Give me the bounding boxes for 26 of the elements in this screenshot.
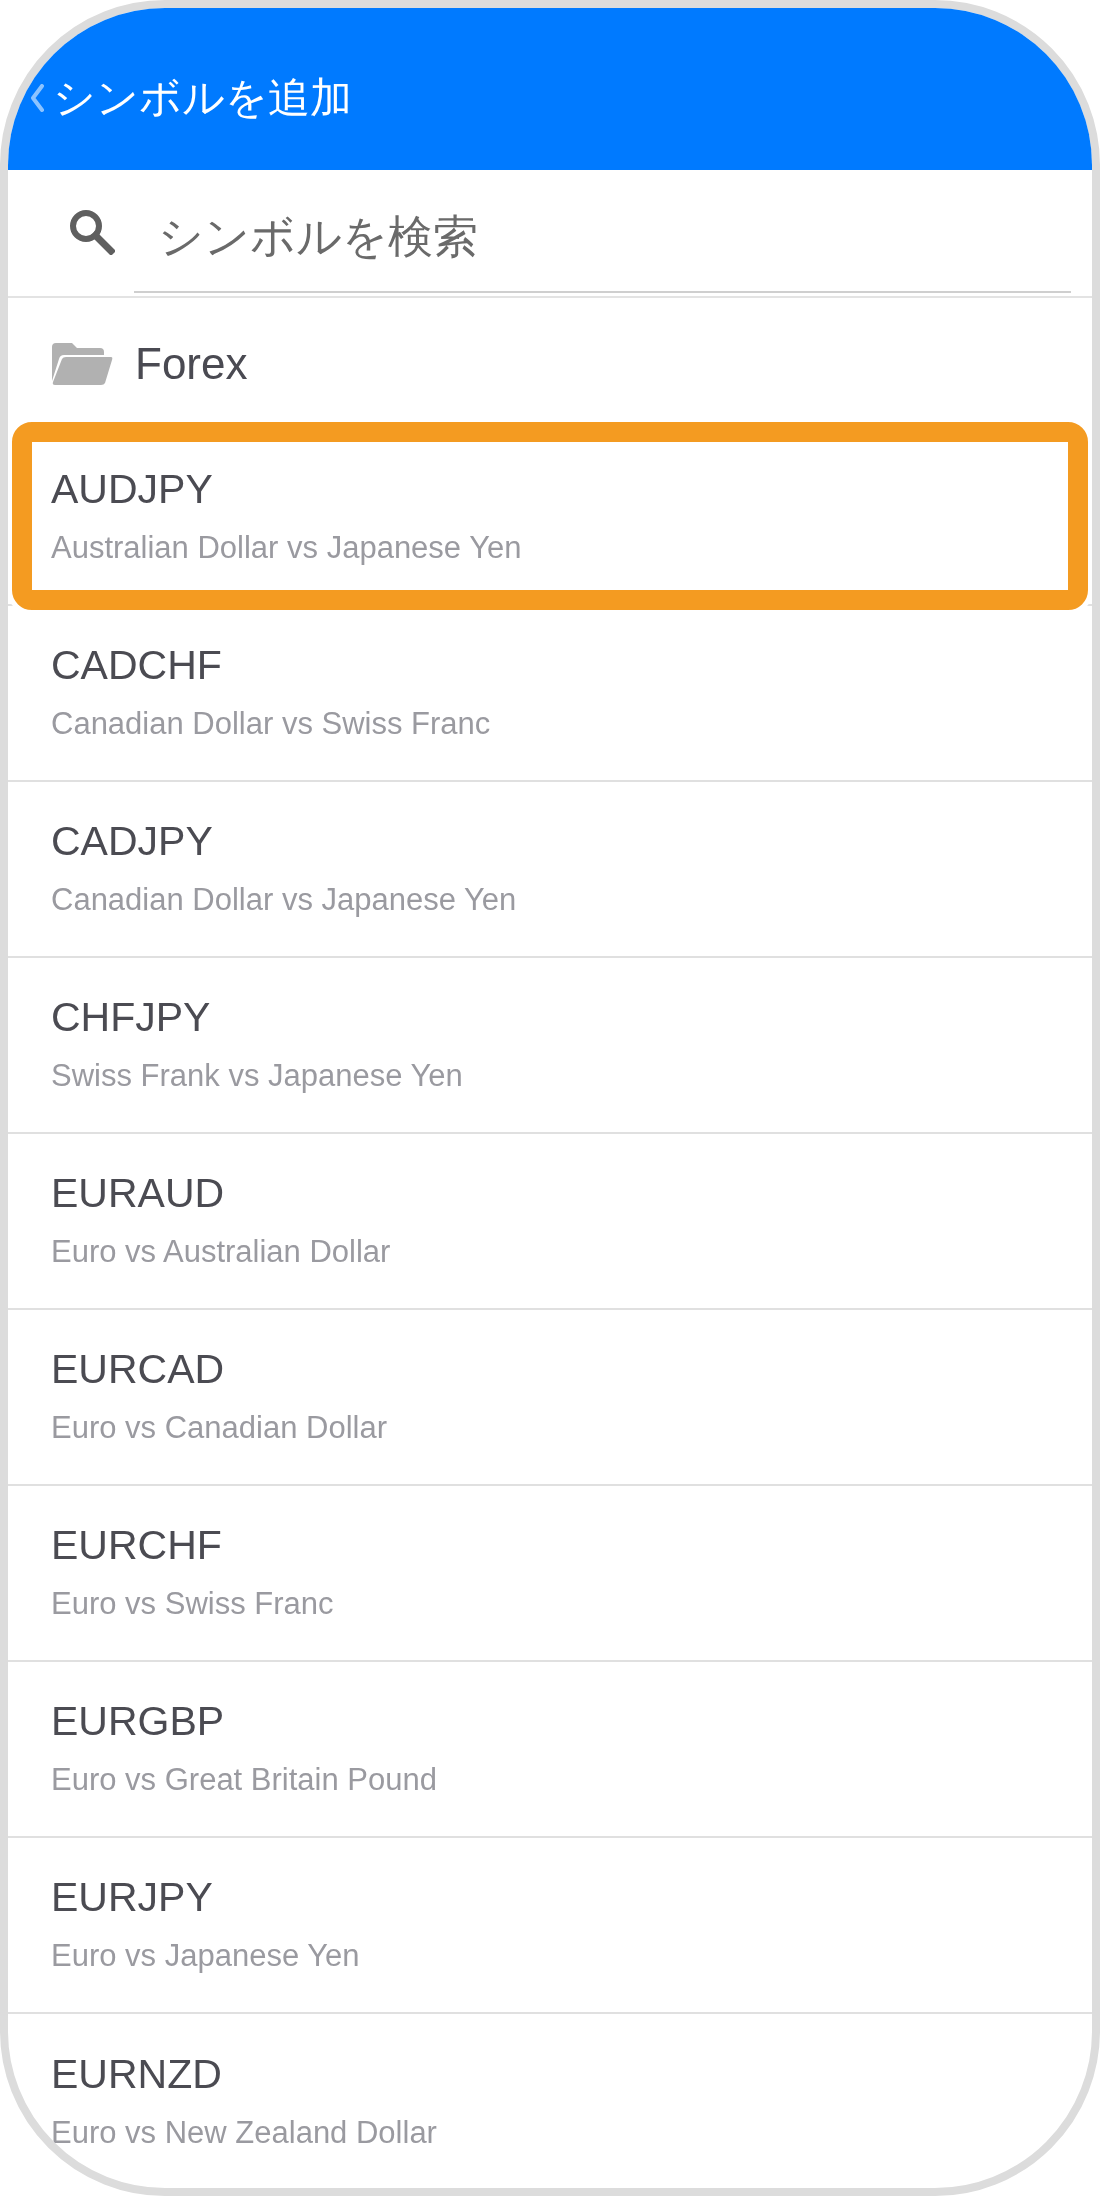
- symbol-name[interactable]: AUDJPY: [51, 467, 213, 511]
- symbol-name[interactable]: CADJPY: [51, 819, 213, 863]
- symbol-name[interactable]: EURAUD: [51, 1171, 225, 1215]
- symbol-description: Euro vs Great Britain Pound: [51, 1761, 437, 1799]
- symbol-description: Canadian Dollar vs Swiss Franc: [51, 705, 491, 743]
- search-icon: [68, 208, 115, 255]
- folder-icon: [50, 341, 114, 387]
- symbol-name[interactable]: EURCHF: [51, 1523, 222, 1567]
- symbol-description: Euro vs Swiss Franc: [51, 1585, 334, 1623]
- back-icon[interactable]: [30, 84, 44, 112]
- symbol-description: Australian Dollar vs Japanese Yen: [51, 529, 522, 567]
- symbol-description: Euro vs Australian Dollar: [51, 1233, 391, 1271]
- symbol-description: Euro vs New Zealand Dollar: [51, 2114, 437, 2152]
- symbol-description: Euro vs Canadian Dollar: [51, 1409, 387, 1447]
- symbol-name[interactable]: EURCAD: [51, 1347, 225, 1391]
- symbol-name[interactable]: EURGBP: [51, 1699, 225, 1743]
- symbol-name[interactable]: EURNZD: [51, 2052, 222, 2096]
- symbol-name[interactable]: CHFJPY: [51, 995, 211, 1039]
- symbol-description: Canadian Dollar vs Japanese Yen: [51, 881, 517, 919]
- symbol-description: Swiss Frank vs Japanese Yen: [51, 1057, 463, 1095]
- symbol-name[interactable]: CADCHF: [51, 643, 222, 687]
- search-field[interactable]: シンボルを検索: [134, 183, 1071, 293]
- symbol-name[interactable]: EURJPY: [51, 1875, 213, 1919]
- symbol-description: Euro vs Japanese Yen: [51, 1937, 360, 1975]
- folder-label[interactable]: Forex: [135, 337, 248, 391]
- screen-title: シンボルを追加: [53, 72, 352, 123]
